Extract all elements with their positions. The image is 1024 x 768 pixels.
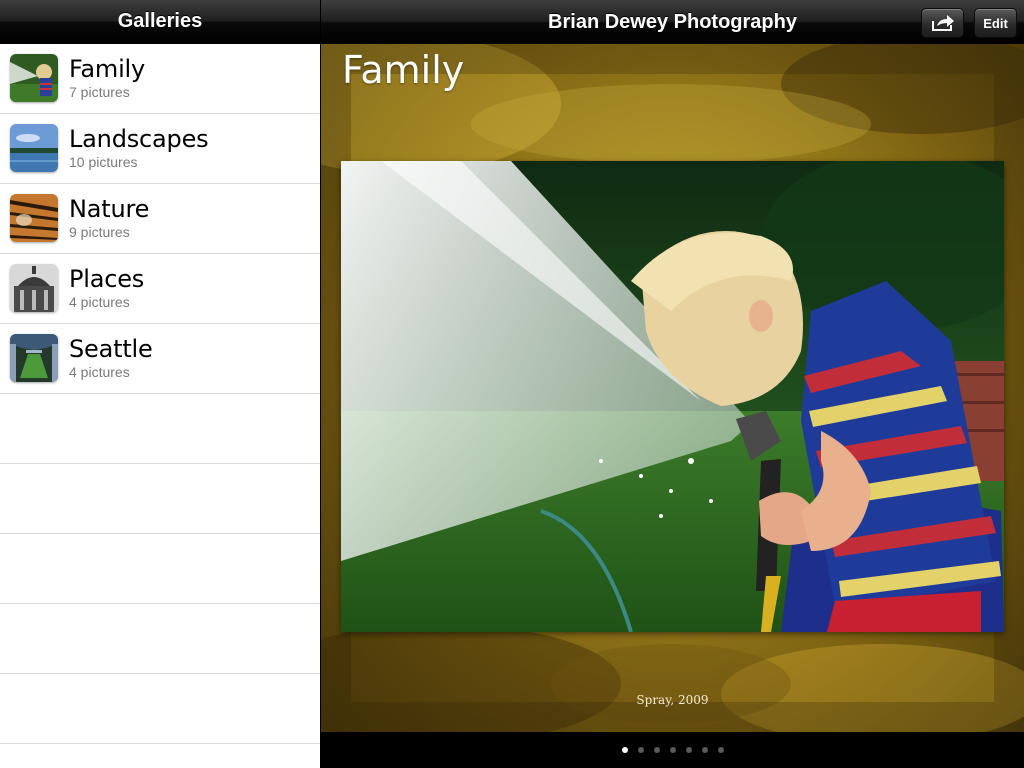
gallery-item-label: Family [69,55,146,83]
gallery-item-count: 4 pictures [69,294,130,310]
photo-caption: Spray, 2009 [636,693,709,707]
building-thumbnail [10,264,58,312]
arches-thumbnail [10,334,58,382]
page-dot[interactable] [637,747,644,753]
empty-list-row [0,534,320,604]
gallery-item-label: Places [69,265,145,293]
gallery-list: Family 7 pictures Landscapes 10 pictures [0,44,320,744]
empty-list-row [0,394,320,464]
page-dot[interactable] [701,747,708,753]
gallery-item-count: 9 pictures [69,224,130,240]
landscape-thumbnail [10,124,58,172]
gallery-item-count: 4 pictures [69,364,130,380]
galleries-sidebar: Galleries Family 7 pictures Landscapes 1… [0,0,320,768]
tiger-thumbnail [10,194,58,242]
page-dot[interactable] [621,747,628,753]
page-dot[interactable] [653,747,660,753]
page-indicator[interactable] [321,732,1024,768]
gallery-item-places[interactable]: Places 4 pictures [0,254,320,324]
gallery-item-label: Nature [69,195,150,223]
gallery-item-seattle[interactable]: Seattle 4 pictures [0,324,320,394]
gallery-item-landscapes[interactable]: Landscapes 10 pictures [0,114,320,184]
gallery-item-count: 7 pictures [69,84,130,100]
empty-list-row [0,604,320,674]
share-button[interactable] [921,8,964,38]
page-dot[interactable] [669,747,676,753]
gallery-item-label: Seattle [69,335,153,363]
gallery-item-label: Landscapes [69,125,209,153]
app-title: Brian Dewey Photography [548,10,797,33]
gallery-item-count: 10 pictures [69,154,138,170]
gallery-page[interactable]: Family Spray, 2009 [321,44,1024,732]
empty-list-row [0,464,320,534]
sidebar-navigation-bar: Galleries [0,0,320,44]
family-thumbnail [10,54,58,102]
edit-button[interactable]: Edit [974,8,1017,38]
gallery-item-nature[interactable]: Nature 9 pictures [0,184,320,254]
page-dot[interactable] [685,747,692,753]
main-navigation-bar: Brian Dewey Photography Edit [321,0,1024,44]
gallery-heading: Family [342,48,465,92]
empty-list-row [0,674,320,744]
child-spraying-water-hose-photo[interactable] [341,161,1004,632]
gallery-item-family[interactable]: Family 7 pictures [0,44,320,114]
share-icon [931,15,954,31]
sidebar-title: Galleries [117,10,203,32]
page-dot[interactable] [717,747,724,753]
